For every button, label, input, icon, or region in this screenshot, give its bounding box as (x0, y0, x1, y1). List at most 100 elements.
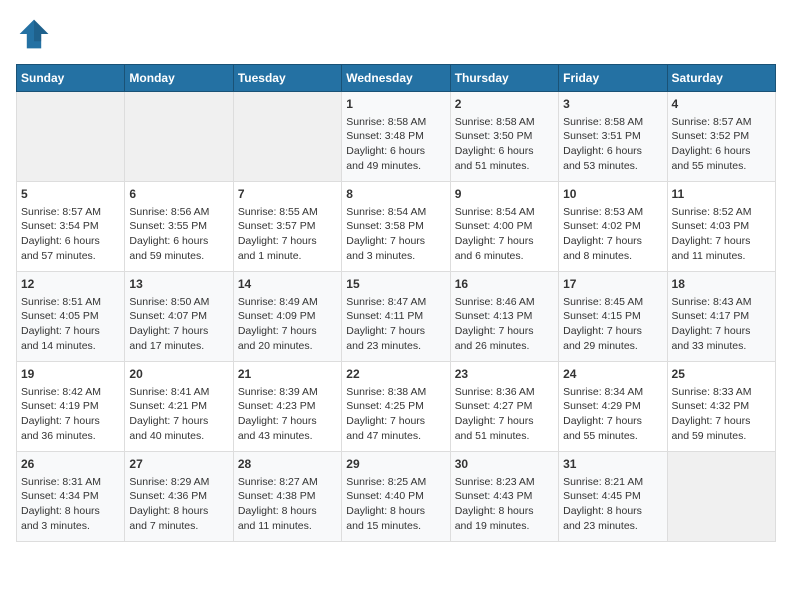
calendar-cell: 14 Sunrise: 8:49 AM Sunset: 4:09 PM Dayli… (233, 272, 341, 362)
day-info: Sunrise: 8:21 AM Sunset: 4:45 PM Dayligh… (563, 475, 662, 534)
day-number: 3 (563, 96, 662, 113)
day-number: 7 (238, 186, 337, 203)
day-info: Sunrise: 8:57 AM Sunset: 3:52 PM Dayligh… (672, 115, 771, 174)
calendar-cell: 9 Sunrise: 8:54 AM Sunset: 4:00 PM Daylig… (450, 182, 558, 272)
calendar-cell (125, 92, 233, 182)
calendar-cell: 1 Sunrise: 8:58 AM Sunset: 3:48 PM Daylig… (342, 92, 450, 182)
calendar-cell: 4 Sunrise: 8:57 AM Sunset: 3:52 PM Daylig… (667, 92, 775, 182)
day-info: Sunrise: 8:58 AM Sunset: 3:48 PM Dayligh… (346, 115, 445, 174)
day-number: 5 (21, 186, 120, 203)
day-info: Sunrise: 8:50 AM Sunset: 4:07 PM Dayligh… (129, 295, 228, 354)
day-number: 19 (21, 366, 120, 383)
weekday-header-tuesday: Tuesday (233, 65, 341, 92)
calendar-cell: 16Sunrise: 8:46 AM Sunset: 4:13 PM Dayli… (450, 272, 558, 362)
weekday-header-row: SundayMondayTuesdayWednesdayThursdayFrid… (17, 65, 776, 92)
calendar-cell: 13 Sunrise: 8:50 AM Sunset: 4:07 PM Dayli… (125, 272, 233, 362)
calendar-cell: 25 Sunrise: 8:33 AM Sunset: 4:32 PM Dayli… (667, 362, 775, 452)
calendar-cell: 31 Sunrise: 8:21 AM Sunset: 4:45 PM Dayli… (559, 452, 667, 542)
logo (16, 16, 56, 52)
calendar-cell: 22 Sunrise: 8:38 AM Sunset: 4:25 PM Dayli… (342, 362, 450, 452)
day-info: Sunrise: 8:57 AM Sunset: 3:54 PM Dayligh… (21, 205, 120, 264)
calendar-cell: 26 Sunrise: 8:31 AM Sunset: 4:34 PM Dayli… (17, 452, 125, 542)
weekday-header-wednesday: Wednesday (342, 65, 450, 92)
day-number: 18 (672, 276, 771, 293)
day-info: Sunrise: 8:38 AM Sunset: 4:25 PM Dayligh… (346, 385, 445, 444)
day-info: Sunrise: 8:34 AM Sunset: 4:29 PM Dayligh… (563, 385, 662, 444)
day-number: 25 (672, 366, 771, 383)
day-info: Sunrise: 8:49 AM Sunset: 4:09 PM Dayligh… (238, 295, 337, 354)
day-info: Sunrise: 8:33 AM Sunset: 4:32 PM Dayligh… (672, 385, 771, 444)
calendar-cell: 18 Sunrise: 8:43 AM Sunset: 4:17 PM Dayli… (667, 272, 775, 362)
day-number: 15 (346, 276, 445, 293)
day-number: 10 (563, 186, 662, 203)
page-header (16, 16, 776, 52)
day-number: 30 (455, 456, 554, 473)
weekday-header-friday: Friday (559, 65, 667, 92)
day-info: Sunrise: 8:47 AM Sunset: 4:11 PM Dayligh… (346, 295, 445, 354)
day-number: 31 (563, 456, 662, 473)
calendar-week-row: 1 Sunrise: 8:58 AM Sunset: 3:48 PM Daylig… (17, 92, 776, 182)
day-number: 26 (21, 456, 120, 473)
calendar-cell: 30 Sunrise: 8:23 AM Sunset: 4:43 PM Dayli… (450, 452, 558, 542)
weekday-header-monday: Monday (125, 65, 233, 92)
day-info: Sunrise: 8:31 AM Sunset: 4:34 PM Dayligh… (21, 475, 120, 534)
calendar-cell: 28 Sunrise: 8:27 AM Sunset: 4:38 PM Dayli… (233, 452, 341, 542)
day-info: Sunrise: 8:41 AM Sunset: 4:21 PM Dayligh… (129, 385, 228, 444)
calendar-cell: 2 Sunrise: 8:58 AM Sunset: 3:50 PM Daylig… (450, 92, 558, 182)
calendar-cell: 8 Sunrise: 8:54 AM Sunset: 3:58 PM Daylig… (342, 182, 450, 272)
day-info: Sunrise: 8:55 AM Sunset: 3:57 PM Dayligh… (238, 205, 337, 264)
day-number: 22 (346, 366, 445, 383)
calendar-week-row: 26 Sunrise: 8:31 AM Sunset: 4:34 PM Dayli… (17, 452, 776, 542)
day-info: Sunrise: 8:46 AM Sunset: 4:13 PM Dayligh… (455, 295, 554, 354)
day-number: 2 (455, 96, 554, 113)
day-info: Sunrise: 8:39 AM Sunset: 4:23 PM Dayligh… (238, 385, 337, 444)
calendar-week-row: 12Sunrise: 8:51 AM Sunset: 4:05 PM Dayli… (17, 272, 776, 362)
calendar-cell: 19 Sunrise: 8:42 AM Sunset: 4:19 PM Dayli… (17, 362, 125, 452)
day-info: Sunrise: 8:27 AM Sunset: 4:38 PM Dayligh… (238, 475, 337, 534)
calendar-cell: 10 Sunrise: 8:53 AM Sunset: 4:02 PM Dayli… (559, 182, 667, 272)
day-info: Sunrise: 8:23 AM Sunset: 4:43 PM Dayligh… (455, 475, 554, 534)
day-info: Sunrise: 8:58 AM Sunset: 3:50 PM Dayligh… (455, 115, 554, 174)
calendar-week-row: 19 Sunrise: 8:42 AM Sunset: 4:19 PM Dayli… (17, 362, 776, 452)
calendar-cell: 17 Sunrise: 8:45 AM Sunset: 4:15 PM Dayli… (559, 272, 667, 362)
weekday-header-saturday: Saturday (667, 65, 775, 92)
day-number: 28 (238, 456, 337, 473)
calendar-cell: 11Sunrise: 8:52 AM Sunset: 4:03 PM Dayli… (667, 182, 775, 272)
day-number: 17 (563, 276, 662, 293)
day-info: Sunrise: 8:25 AM Sunset: 4:40 PM Dayligh… (346, 475, 445, 534)
day-info: Sunrise: 8:58 AM Sunset: 3:51 PM Dayligh… (563, 115, 662, 174)
calendar-cell (17, 92, 125, 182)
day-number: 4 (672, 96, 771, 113)
day-info: Sunrise: 8:56 AM Sunset: 3:55 PM Dayligh… (129, 205, 228, 264)
day-info: Sunrise: 8:52 AM Sunset: 4:03 PM Dayligh… (672, 205, 771, 264)
day-info: Sunrise: 8:54 AM Sunset: 3:58 PM Dayligh… (346, 205, 445, 264)
day-number: 1 (346, 96, 445, 113)
day-number: 6 (129, 186, 228, 203)
calendar-table: SundayMondayTuesdayWednesdayThursdayFrid… (16, 64, 776, 542)
calendar-cell: 3 Sunrise: 8:58 AM Sunset: 3:51 PM Daylig… (559, 92, 667, 182)
day-number: 20 (129, 366, 228, 383)
calendar-cell: 6 Sunrise: 8:56 AM Sunset: 3:55 PM Daylig… (125, 182, 233, 272)
calendar-week-row: 5 Sunrise: 8:57 AM Sunset: 3:54 PM Daylig… (17, 182, 776, 272)
day-info: Sunrise: 8:51 AM Sunset: 4:05 PM Dayligh… (21, 295, 120, 354)
day-info: Sunrise: 8:45 AM Sunset: 4:15 PM Dayligh… (563, 295, 662, 354)
day-number: 27 (129, 456, 228, 473)
day-number: 8 (346, 186, 445, 203)
calendar-cell (233, 92, 341, 182)
logo-icon (16, 16, 52, 52)
day-number: 14 (238, 276, 337, 293)
calendar-cell: 24Sunrise: 8:34 AM Sunset: 4:29 PM Dayli… (559, 362, 667, 452)
day-info: Sunrise: 8:43 AM Sunset: 4:17 PM Dayligh… (672, 295, 771, 354)
day-number: 9 (455, 186, 554, 203)
day-info: Sunrise: 8:42 AM Sunset: 4:19 PM Dayligh… (21, 385, 120, 444)
day-number: 13 (129, 276, 228, 293)
calendar-cell: 15 Sunrise: 8:47 AM Sunset: 4:11 PM Dayli… (342, 272, 450, 362)
calendar-cell: 7 Sunrise: 8:55 AM Sunset: 3:57 PM Daylig… (233, 182, 341, 272)
day-info: Sunrise: 8:54 AM Sunset: 4:00 PM Dayligh… (455, 205, 554, 264)
weekday-header-sunday: Sunday (17, 65, 125, 92)
weekday-header-thursday: Thursday (450, 65, 558, 92)
day-number: 23 (455, 366, 554, 383)
day-info: Sunrise: 8:29 AM Sunset: 4:36 PM Dayligh… (129, 475, 228, 534)
calendar-cell: 5 Sunrise: 8:57 AM Sunset: 3:54 PM Daylig… (17, 182, 125, 272)
day-info: Sunrise: 8:53 AM Sunset: 4:02 PM Dayligh… (563, 205, 662, 264)
